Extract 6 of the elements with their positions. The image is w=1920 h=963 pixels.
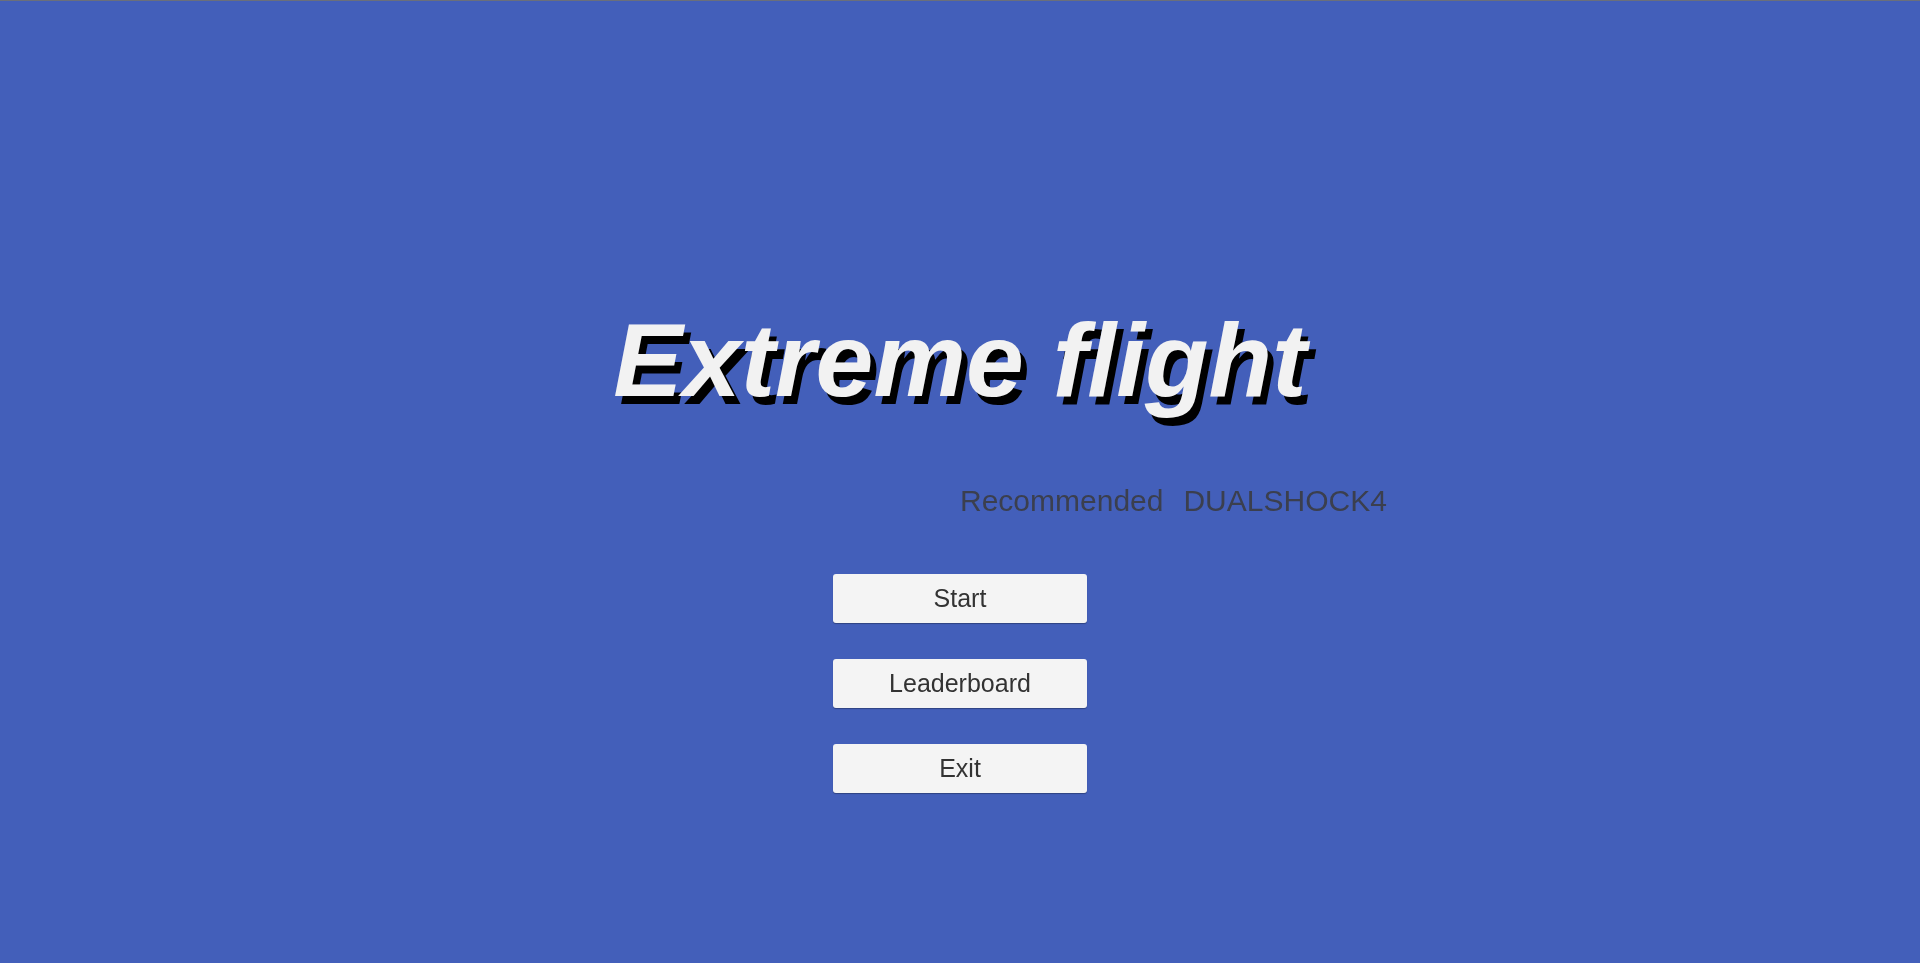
menu-button[interactable]: Start [833, 574, 1087, 624]
recommended-label: Recommended [960, 486, 1164, 517]
controller-name: DUALSHOCK4 [1183, 486, 1387, 517]
game-title: Extreme flight [609, 293, 1321, 429]
menu-button[interactable]: Exit [833, 744, 1087, 794]
menu-button[interactable]: Leaderboard [833, 659, 1087, 709]
